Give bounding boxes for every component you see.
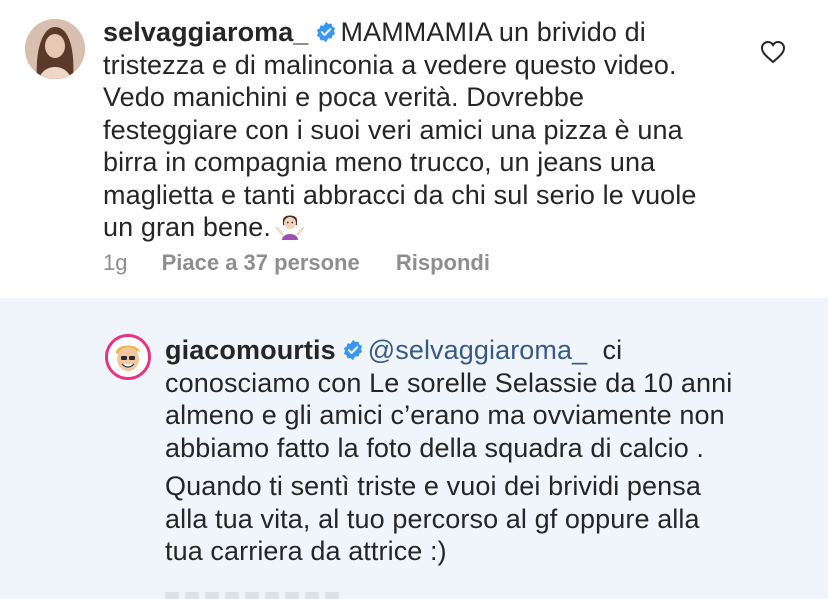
comment-body: selvaggiaroma_ MAMMAMIA un brivido di tri… — [103, 16, 723, 244]
comment-timestamp: 1g — [103, 250, 128, 275]
verified-badge-icon — [316, 21, 335, 43]
likes-count-link[interactable]: Piace a 37 persone — [162, 250, 360, 275]
reply-text-paragraph-2: Quando ti sentì triste e vuoi dei brivid… — [165, 471, 701, 566]
comment-username[interactable]: selvaggiaroma_ — [103, 17, 309, 47]
woman-shrugging-emoji-icon — [275, 212, 305, 242]
mention-link[interactable]: @selvaggiaroma_ — [368, 335, 588, 365]
comment-meta: 1g Piace a 37 persone Rispondi — [103, 250, 520, 276]
avatar[interactable] — [25, 19, 85, 79]
reply-body: giacomourtis @selvaggiaroma_ ci conosciam… — [165, 334, 745, 568]
heart-icon[interactable] — [760, 40, 786, 64]
comment-text: MAMMAMIA un brivido di tristezza e di ma… — [103, 17, 697, 242]
cut-off-meta — [165, 592, 345, 599]
reply-button[interactable]: Rispondi — [396, 250, 490, 275]
verified-badge-icon — [343, 339, 362, 361]
reply-username[interactable]: giacomourtis — [165, 335, 336, 365]
comment-item: selvaggiaroma_ MAMMAMIA un brivido di tri… — [0, 0, 828, 298]
reply-avatar[interactable] — [105, 334, 151, 380]
